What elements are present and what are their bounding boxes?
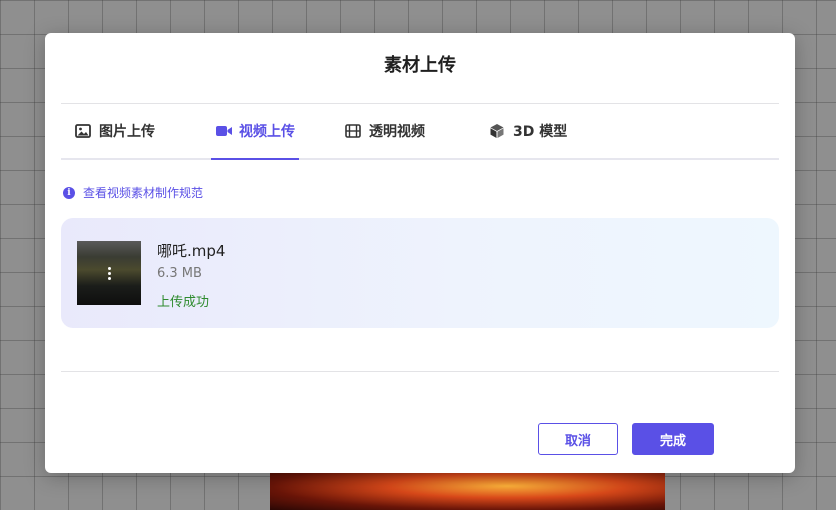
image-icon xyxy=(75,123,91,139)
video-guideline-link[interactable]: i 查看视频素材制作规范 xyxy=(63,184,203,201)
done-button[interactable]: 完成 xyxy=(632,423,714,455)
tab-label: 视频上传 xyxy=(239,124,295,140)
tab-3d-model[interactable]: 3D 模型 xyxy=(489,104,567,158)
upload-status: 上传成功 xyxy=(157,295,210,310)
guideline-text: 查看视频素材制作规范 xyxy=(83,186,204,200)
uploaded-file-card: 哪吒.mp4 6.3 MB 上传成功 xyxy=(61,218,779,328)
info-icon: i xyxy=(63,186,75,199)
upload-dialog: 素材上传 图片上传 视频上传 透明视频 3D 模型 i 查看视频素材制作规范 哪… xyxy=(45,33,795,473)
video-camera-icon xyxy=(215,123,232,139)
file-size: 6.3 MB xyxy=(157,266,202,281)
more-vertical-icon[interactable] xyxy=(105,263,113,283)
background-image xyxy=(270,470,665,510)
divider xyxy=(61,371,779,372)
cancel-button[interactable]: 取消 xyxy=(538,423,618,455)
tab-transparent-video[interactable]: 透明视频 xyxy=(345,104,425,158)
tab-label: 透明视频 xyxy=(369,124,425,140)
file-name: 哪吒.mp4 xyxy=(157,242,226,260)
video-thumbnail[interactable] xyxy=(77,241,141,305)
tab-bar: 图片上传 视频上传 透明视频 3D 模型 xyxy=(61,104,779,160)
tab-video-upload[interactable]: 视频上传 xyxy=(211,104,299,160)
dialog-title: 素材上传 xyxy=(384,55,456,76)
film-icon xyxy=(345,123,361,139)
tab-label: 3D 模型 xyxy=(513,124,568,140)
tab-image-upload[interactable]: 图片上传 xyxy=(75,104,155,158)
tab-label: 图片上传 xyxy=(99,124,155,140)
cube-icon xyxy=(489,123,505,139)
